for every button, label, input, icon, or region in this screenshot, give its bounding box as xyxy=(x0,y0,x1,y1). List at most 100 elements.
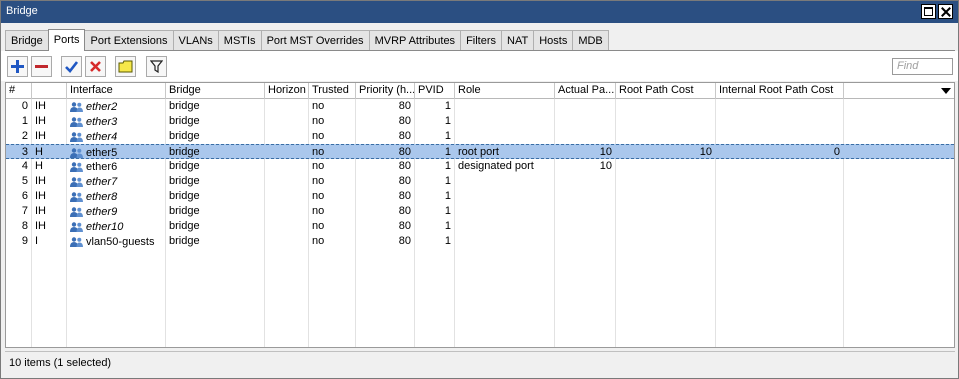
cell-num: 7 xyxy=(21,205,28,217)
bridge-window: Bridge Bridge Ports Port Extensions VLANs MS… xyxy=(0,0,959,379)
cell-num: 2 xyxy=(21,130,28,142)
comment-button[interactable] xyxy=(115,56,136,77)
column-header-trusted[interactable]: Trusted xyxy=(309,83,356,99)
interface-name: ether8 xyxy=(86,190,118,203)
tab-bridge[interactable]: Bridge xyxy=(5,30,49,51)
disable-icon xyxy=(90,61,101,72)
column-header-priority-h[interactable]: Priority (h... xyxy=(356,83,415,99)
cell-priority: 80 xyxy=(398,220,411,232)
table-row[interactable]: 9 Ivlan50-guests bridge no 80 1 xyxy=(6,234,954,249)
tab-mvrp-attributes[interactable]: MVRP Attributes xyxy=(368,30,462,51)
tab-vlans[interactable]: VLANs xyxy=(172,30,219,51)
cell-priority: 80 xyxy=(398,175,411,187)
cell-pvid: 1 xyxy=(444,205,451,217)
cell-root-cost xyxy=(616,129,714,144)
table-row[interactable]: 5 IH ether7 bridge no 80 1 xyxy=(6,174,954,189)
maximize-button[interactable] xyxy=(921,4,936,19)
cell-pvid: 1 xyxy=(444,220,451,232)
find-input[interactable]: Find xyxy=(892,58,953,75)
tab-nat[interactable]: NAT xyxy=(501,30,535,51)
cell-pvid: 1 xyxy=(444,100,451,112)
interface-icon xyxy=(70,206,83,217)
cell-horizon xyxy=(268,129,309,144)
cell-actual xyxy=(555,189,614,204)
table-row[interactable]: 7 IH ether9 bridge no 80 1 xyxy=(6,204,954,219)
status-bar: 10 items (1 selected) xyxy=(5,351,955,374)
table-row[interactable]: 4 Hether6 bridge no 80 1 designated port 10 xyxy=(6,159,954,174)
cell-trusted: no xyxy=(312,130,325,142)
cell-horizon xyxy=(268,204,309,219)
toolbar: Find xyxy=(1,51,958,81)
filter-button[interactable] xyxy=(146,56,167,77)
disable-button[interactable] xyxy=(85,56,106,77)
cell-trusted: no xyxy=(312,235,325,247)
table-row[interactable]: 1 IH ether3 bridge no 80 1 xyxy=(6,114,954,129)
cell-actual xyxy=(555,174,614,189)
tab-filters[interactable]: Filters xyxy=(460,30,503,51)
chevron-down-icon xyxy=(941,88,951,94)
column-header-bridge[interactable]: Bridge xyxy=(166,83,265,99)
column-header-interface[interactable]: Interface xyxy=(67,83,166,99)
table-row[interactable]: 8 IH ether10 bridge no 80 1 xyxy=(6,219,954,234)
column-header-actual-pa[interactable]: Actual Pa... xyxy=(555,83,616,99)
window-title: Bridge xyxy=(6,5,38,17)
cell-interface: ether9 xyxy=(70,204,166,219)
cell-trusted: no xyxy=(312,175,325,187)
cell-pvid: 1 xyxy=(444,190,451,202)
cell-interface: ether8 xyxy=(70,189,166,204)
tab-ports[interactable]: Ports xyxy=(47,29,86,51)
cell-interface: ether5 xyxy=(70,145,166,160)
cell-flags: H xyxy=(35,160,43,172)
cell-internal-cost xyxy=(716,99,842,114)
close-button[interactable] xyxy=(938,4,953,19)
tab-hosts[interactable]: Hosts xyxy=(533,30,574,51)
remove-button[interactable] xyxy=(31,56,52,77)
table-row[interactable]: 2 IH ether4 bridge no 80 1 xyxy=(6,129,954,144)
title-bar[interactable]: Bridge xyxy=(1,1,958,23)
table-row[interactable]: 3 Hether5 bridge no 80 1 root port 10 10 0 xyxy=(6,144,954,159)
status-text: 10 items (1 selected) xyxy=(9,357,112,369)
add-button[interactable] xyxy=(7,56,28,77)
cell-priority: 80 xyxy=(398,160,411,172)
cell-horizon xyxy=(268,219,309,234)
cell-pvid: 1 xyxy=(444,160,451,172)
column-header-pvid[interactable]: PVID xyxy=(415,83,455,99)
tab-port-mst-overrides[interactable]: Port MST Overrides xyxy=(260,30,370,51)
interface-name: ether5 xyxy=(86,146,118,159)
cell-root-cost xyxy=(616,219,714,234)
cell-role xyxy=(458,129,555,144)
cell-trusted: no xyxy=(312,190,325,202)
cell-root-cost xyxy=(616,99,714,114)
column-header-internal-root-path-cost[interactable]: Internal Root Path Cost xyxy=(716,83,844,99)
column-header-role[interactable]: Role xyxy=(455,83,555,99)
cell-pvid: 1 xyxy=(444,235,451,247)
table-row[interactable]: 0 IH ether2 bridge no 80 1 xyxy=(6,99,954,114)
column-header-root-path-cost[interactable]: Root Path Cost xyxy=(616,83,716,99)
column-header-num[interactable]: # xyxy=(6,83,32,99)
cell-pvid: 1 xyxy=(444,175,451,187)
tab-port-extensions[interactable]: Port Extensions xyxy=(84,30,174,51)
interface-name: ether10 xyxy=(86,220,124,233)
column-header-horizon[interactable]: Horizon xyxy=(265,83,309,99)
column-menu-button[interactable] xyxy=(936,83,954,99)
cell-horizon xyxy=(268,99,309,114)
cell-horizon xyxy=(268,159,309,174)
interface-name: vlan50-guests xyxy=(86,235,155,248)
cell-actual xyxy=(555,234,614,249)
cell-trusted: no xyxy=(312,160,325,172)
column-header-flags[interactable] xyxy=(32,83,67,99)
cell-internal-cost: 0 xyxy=(833,146,840,158)
enable-button[interactable] xyxy=(61,56,82,77)
cell-role xyxy=(458,99,555,114)
cell-bridge: bridge xyxy=(169,205,200,217)
table-row[interactable]: 6 IH ether8 bridge no 80 1 xyxy=(6,189,954,204)
cell-pvid: 1 xyxy=(444,130,451,142)
interface-icon xyxy=(70,191,83,202)
tab-mdb[interactable]: MDB xyxy=(572,30,609,51)
cell-flags: I xyxy=(35,235,39,247)
cell-priority: 80 xyxy=(398,205,411,217)
tab-bar: Bridge Ports Port Extensions VLANs MSTIs Port… xyxy=(5,29,609,51)
interface-icon xyxy=(70,147,83,158)
tab-mstis[interactable]: MSTIs xyxy=(217,30,262,51)
remove-icon xyxy=(35,65,48,68)
